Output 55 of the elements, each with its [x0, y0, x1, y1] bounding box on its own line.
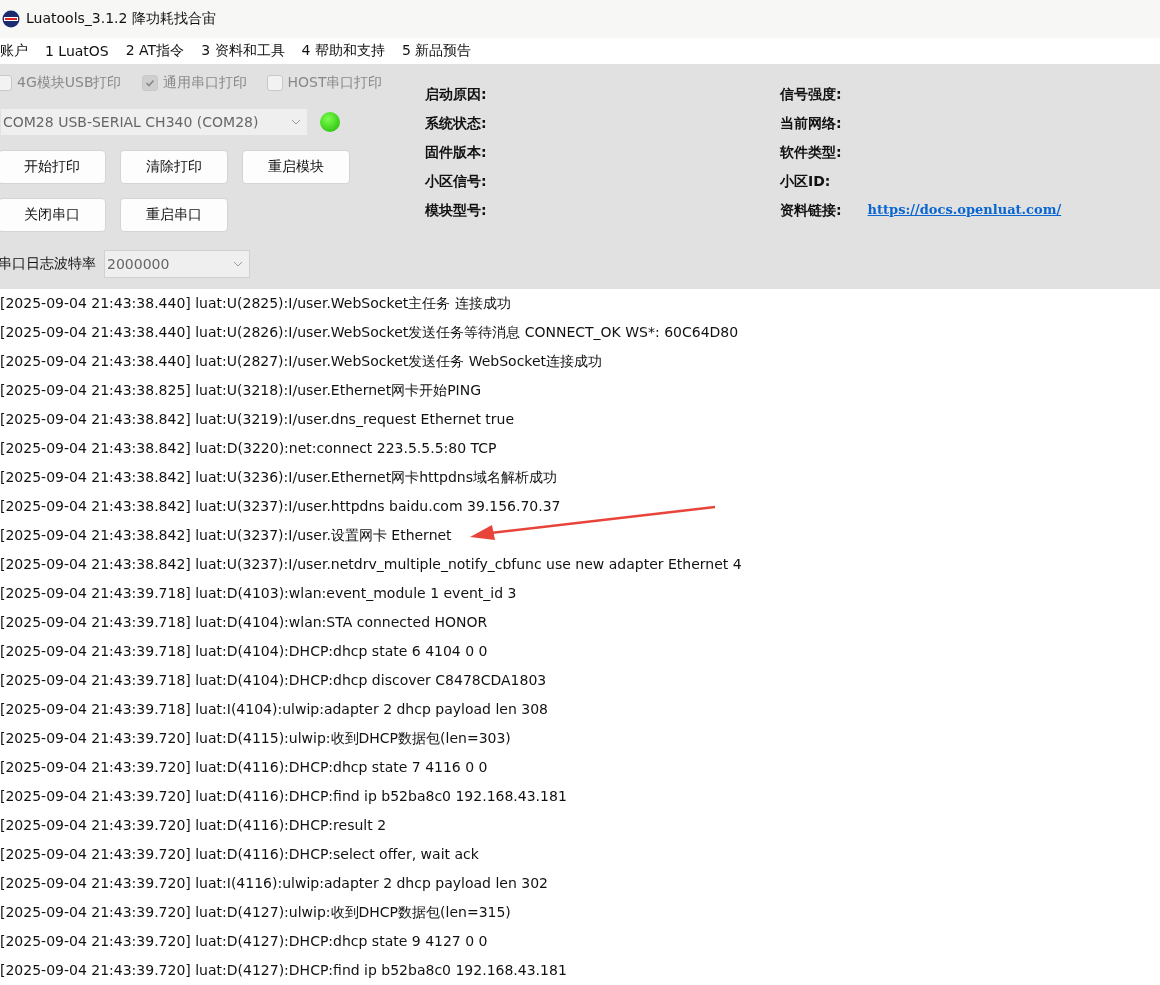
info-label: 小区信号: [425, 172, 487, 191]
log-line: [2025-09-04 21:43:38.825] luat:U(3218):I/user.Ethernet网卡开始PING [0, 381, 482, 400]
chevron-down-icon [233, 260, 243, 267]
info-label: 资料链接: [780, 201, 842, 220]
menu-item[interactable]: 账户 [0, 41, 28, 60]
info-label: 当前网络: [780, 114, 842, 133]
log-line: [2025-09-04 21:43:38.842] luat:U(3237):I/user.netdrv_multiple_notify_cbfunc use new adapter Ethernet 4 [0, 555, 742, 574]
info-label: 软件类型: [780, 143, 842, 162]
log-line: [2025-09-04 21:43:39.718] luat:D(4103):wlan:event_module 1 event_id 3 [0, 584, 517, 603]
info-label: 模块型号: [425, 201, 487, 220]
docs-link[interactable]: https://docs.openluat.com/ [867, 201, 1062, 217]
log-line: [2025-09-04 21:43:38.842] luat:U(3219):I/user.dns_request Ethernet true [0, 410, 515, 429]
info-label: 小区ID: [780, 172, 831, 191]
log-line: [2025-09-04 21:43:38.440] luat:U(2826):I/user.WebSocket发送任务等待消息 CONNECT_OK WS*: 60C64D80 [0, 323, 739, 342]
log-line: [2025-09-04 21:43:39.718] luat:D(4104):DHCP:dhcp state 6 4104 0 0 [0, 642, 488, 661]
menu-item[interactable]: 1 LuatOS [45, 42, 109, 59]
info-label: 固件版本: [425, 143, 487, 162]
log-line: [2025-09-04 21:43:39.718] luat:I(4104):ulwip:adapter 2 dhcp payload len 308 [0, 700, 548, 719]
log-line: [2025-09-04 21:43:39.718] luat:D(4104):wlan:STA connected HONOR [0, 613, 488, 632]
log-line: [2025-09-04 21:43:39.720] luat:D(4116):DHCP:select offer, wait ack [0, 845, 479, 864]
action-button[interactable]: 开始打印 [0, 149, 106, 184]
action-button[interactable]: 重启模块 [242, 149, 350, 184]
menu-item[interactable]: 4 帮助和支持 [301, 41, 385, 60]
log-line: [2025-09-04 21:43:39.720] luat:D(4127):DHCP:dhcp state 9 4127 0 0 [0, 932, 488, 951]
action-button[interactable]: 关闭串口 [0, 197, 106, 232]
log-line: [2025-09-04 21:43:38.440] luat:U(2827):I/user.WebSocket发送任务 WebSocket连接成功 [0, 352, 603, 371]
checkbox-icon[interactable] [0, 74, 12, 91]
baud-dropdown[interactable]: 2000000 [104, 249, 250, 278]
log-line: [2025-09-04 21:43:39.720] luat:I(4116):ulwip:adapter 2 dhcp payload len 302 [0, 874, 548, 893]
info-label: 启动原因: [425, 85, 487, 104]
menu-item[interactable]: 5 新品预告 [401, 41, 472, 60]
log-line: [2025-09-04 21:43:39.720] luat:D(4116):DHCP:result 2 [0, 816, 387, 835]
checkbox-icon[interactable] [141, 74, 158, 91]
baud-label: 串口日志波特率 [0, 254, 96, 273]
menu-item[interactable]: 3 资料和工具 [201, 41, 285, 60]
log-line: [2025-09-04 21:43:39.720] luat:D(4127):DHCP:find ip b52ba8c0 192.168.43.181 [0, 961, 567, 980]
info-label: 信号强度: [780, 85, 842, 104]
log-line: [2025-09-04 21:43:39.720] luat:D(4115):ulwip:收到DHCP数据包(len=303) [0, 729, 511, 748]
action-button[interactable]: 重启串口 [120, 197, 228, 232]
action-button[interactable]: 清除打印 [120, 149, 228, 184]
log-line: [2025-09-04 21:43:39.720] luat:D(4127):ulwip:收到DHCP数据包(len=315) [0, 903, 511, 922]
menu-item[interactable]: 2 AT指令 [125, 41, 185, 60]
log-line: [2025-09-04 21:43:38.842] luat:D(3220):net:connect 223.5.5.5:80 TCP [0, 439, 497, 458]
port-dropdown[interactable]: COM28 USB-SERIAL CH340 (COM28) [0, 107, 308, 136]
log-line: [2025-09-04 21:43:38.842] luat:U(3237):I/user.httpdns baidu.com 39.156.70.37 [0, 497, 561, 516]
info-label: 系统状态: [425, 114, 487, 133]
window-title: Luatools_3.1.2 降功耗找合宙 [26, 9, 216, 28]
log-line: [2025-09-04 21:43:38.440] luat:U(2825):I/user.WebSocket主任务 连接成功 [0, 294, 511, 313]
chevron-down-icon [291, 118, 301, 125]
log-line: [2025-09-04 21:43:38.842] luat:U(3237):I/user.设置网卡 Ethernet [0, 526, 452, 545]
log-line: [2025-09-04 21:43:39.720] luat:D(4116):DHCP:dhcp state 7 4116 0 0 [0, 758, 488, 777]
log-line: [2025-09-04 21:43:38.842] luat:U(3236):I/user.Ethernet网卡httpdns域名解析成功 [0, 468, 557, 487]
log-line: [2025-09-04 21:43:39.718] luat:D(4104):DHCP:dhcp discover C8478CDA1803 [0, 671, 547, 690]
log-line: [2025-09-04 21:43:39.720] luat:D(4116):DHCP:find ip b52ba8c0 192.168.43.181 [0, 787, 567, 806]
checkbox-icon[interactable] [266, 74, 283, 91]
